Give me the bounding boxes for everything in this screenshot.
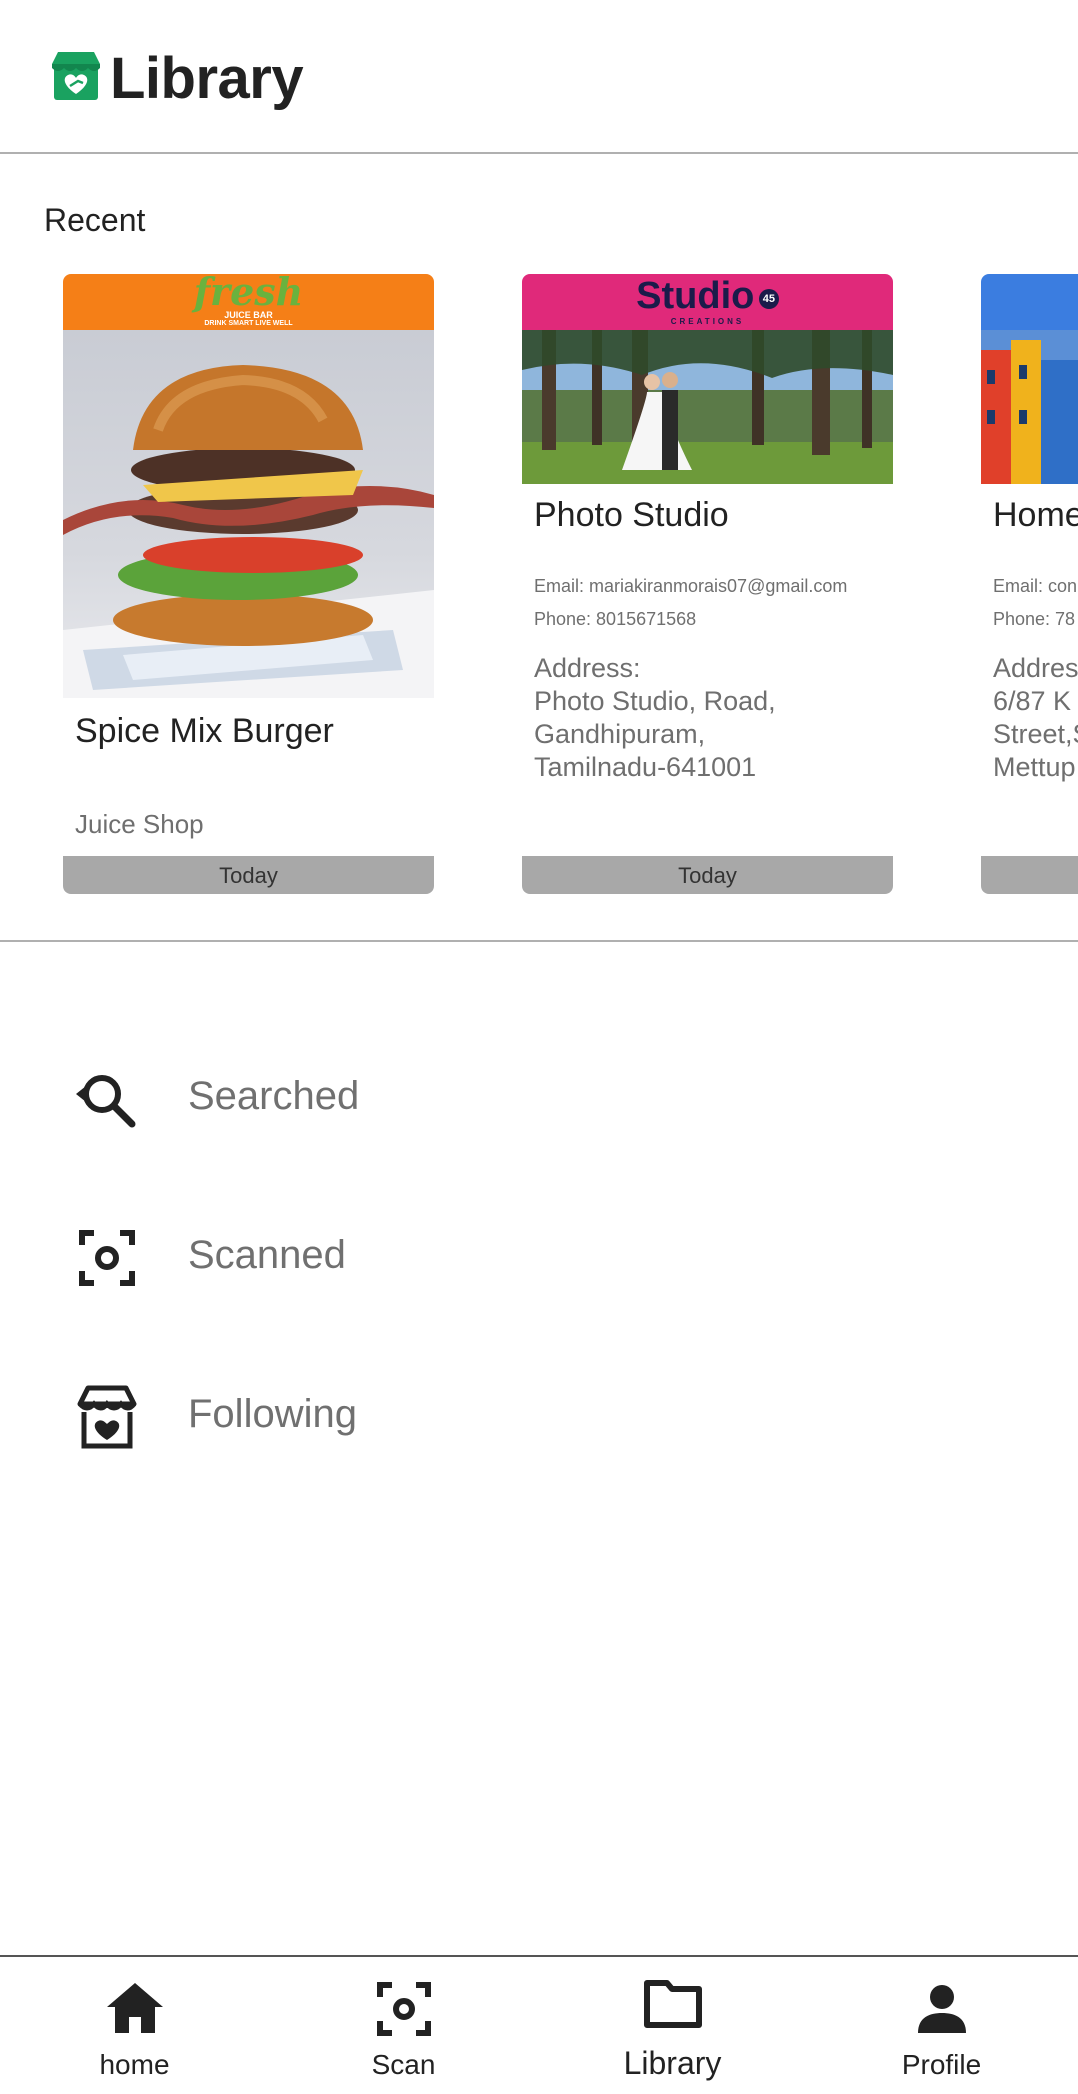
menu-item-scanned[interactable]: Scanned [0, 1199, 1078, 1309]
menu-label: Scanned [188, 1233, 346, 1277]
card-date: Today [522, 856, 893, 894]
card-banner [981, 274, 1078, 330]
burger-photo [63, 330, 434, 698]
card-title: Photo Studio [534, 496, 729, 534]
home-icon [106, 1983, 163, 2033]
nav-label: Library [623, 2045, 722, 2081]
store-heart-icon [77, 1385, 137, 1449]
brand-logo: Studio 45 CREATIONS [522, 274, 893, 326]
menu-item-following[interactable]: Following [0, 1358, 1078, 1468]
card-title: Spice Mix Burger [75, 712, 334, 750]
person-icon [917, 1985, 966, 2033]
nav-item-profile[interactable]: Profile [807, 1957, 1076, 2094]
card-title: Home [993, 496, 1078, 534]
bottom-nav: home Scan Library Profile [0, 1955, 1078, 2094]
card-email[interactable]: Email: mariakiranmorais07@gmail.com [534, 576, 847, 597]
menu-label: Searched [188, 1074, 360, 1118]
nav-item-scan[interactable]: Scan [269, 1957, 538, 2094]
page-title: Library [110, 46, 304, 111]
recent-card[interactable]: fresh JUICE BAR DRINK SMART LIVE WELL Sp… [63, 274, 434, 894]
menu-label: Following [188, 1392, 357, 1436]
card-date: Today [63, 856, 434, 894]
scan-icon [376, 1982, 431, 2036]
card-banner: Studio 45 CREATIONS [522, 274, 893, 330]
card-email[interactable]: Email: con [993, 576, 1077, 597]
app-header: Library [0, 0, 1078, 154]
wedding-photo [522, 330, 893, 484]
scan-icon [79, 1230, 135, 1286]
section-divider [0, 940, 1078, 942]
brand-logo: fresh JUICE BAR DRINK SMART LIVE WELL [193, 274, 304, 327]
card-phone[interactable]: Phone: 8015671568 [534, 609, 696, 630]
recent-card[interactable]: Home Email: con Phone: 78 Address 6/87 K… [981, 274, 1078, 894]
card-address-label: Address [993, 653, 1078, 683]
search-history-icon [76, 1075, 136, 1128]
card-subtitle: Juice Shop [75, 809, 204, 839]
nav-label: Scan [371, 2049, 436, 2080]
colorful-houses-photo [981, 330, 1078, 484]
card-phone[interactable]: Phone: 78 [993, 609, 1075, 630]
nav-item-library[interactable]: Library [538, 1957, 807, 2094]
card-address: Photo Studio, Road, Gandhipuram, Tamilna… [534, 686, 776, 782]
nav-item-home[interactable]: home [0, 1957, 269, 2094]
card-date [981, 856, 1078, 894]
recent-carousel[interactable]: fresh JUICE BAR DRINK SMART LIVE WELL Sp… [0, 272, 1078, 898]
card-banner: fresh JUICE BAR DRINK SMART LIVE WELL [63, 274, 434, 330]
nav-label: Profile [901, 2049, 982, 2080]
recent-card[interactable]: Studio 45 CREATIONS Photo Studio Email: … [522, 274, 893, 894]
recent-section-label: Recent [44, 202, 146, 238]
folder-icon [643, 1980, 702, 2028]
store-heart-icon [52, 52, 100, 100]
card-address-label: Address: [534, 653, 641, 683]
nav-label: home [99, 2049, 170, 2080]
menu-item-searched[interactable]: Searched [0, 1040, 1078, 1150]
card-address: 6/87 K Street,S Mettup [993, 686, 1078, 782]
